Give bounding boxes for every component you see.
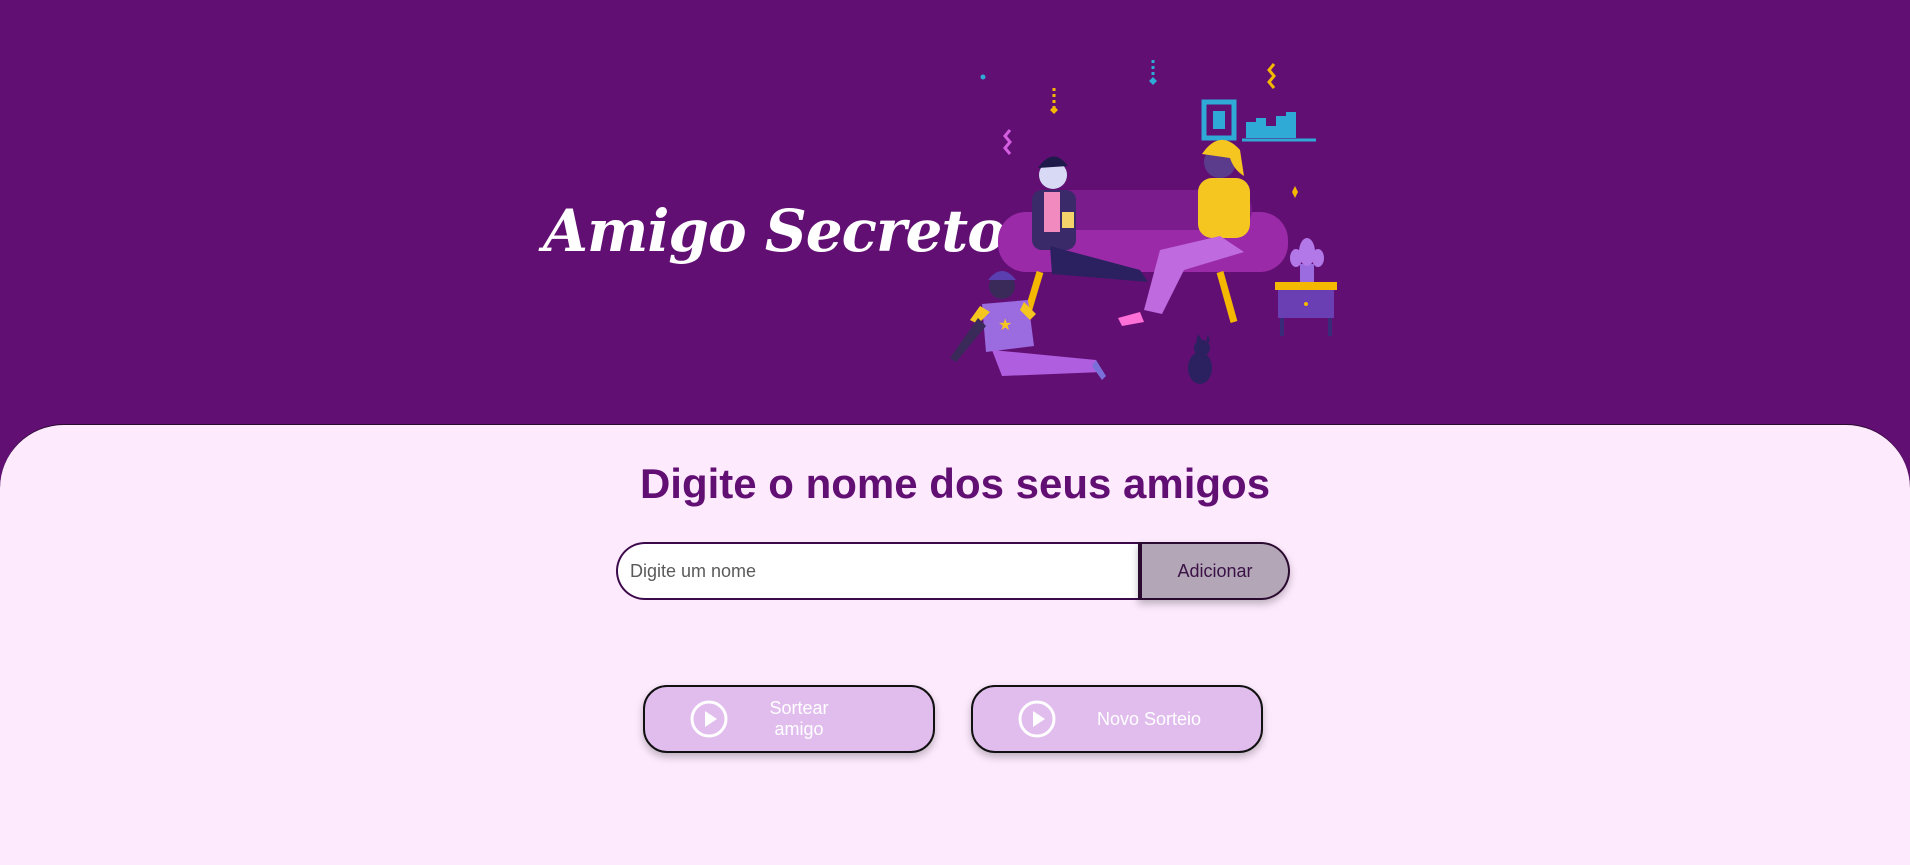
main-panel: Digite o nome dos seus amigos Adicionar … (0, 424, 1910, 865)
add-button[interactable]: Adicionar (1138, 542, 1290, 600)
wall-art (1201, 99, 1316, 142)
section-title: Digite o nome dos seus amigos (639, 460, 1271, 507)
page-header: Amigo Secreto ★ (0, 0, 1910, 440)
person-on-floor: ★ (950, 271, 1106, 380)
new-draw-label: Novo Sorteio (1096, 708, 1202, 729)
name-input-group: Adicionar (616, 542, 1290, 600)
name-input[interactable] (616, 542, 1140, 600)
new-draw-button[interactable]: Novo Sorteio (971, 685, 1263, 753)
draw-friend-button[interactable]: Sortear amigo (643, 685, 935, 753)
friends-illustration: ★ (950, 60, 1337, 384)
draw-friend-label: Sortear amigo (729, 698, 889, 740)
play-circle-icon (690, 700, 728, 738)
draw-friend-label-line1: Sortear (769, 698, 829, 718)
play-circle-icon (1018, 700, 1056, 738)
svg-text:★: ★ (998, 315, 1012, 334)
cat (1188, 334, 1212, 384)
draw-friend-label-line2: amigo (774, 719, 824, 739)
